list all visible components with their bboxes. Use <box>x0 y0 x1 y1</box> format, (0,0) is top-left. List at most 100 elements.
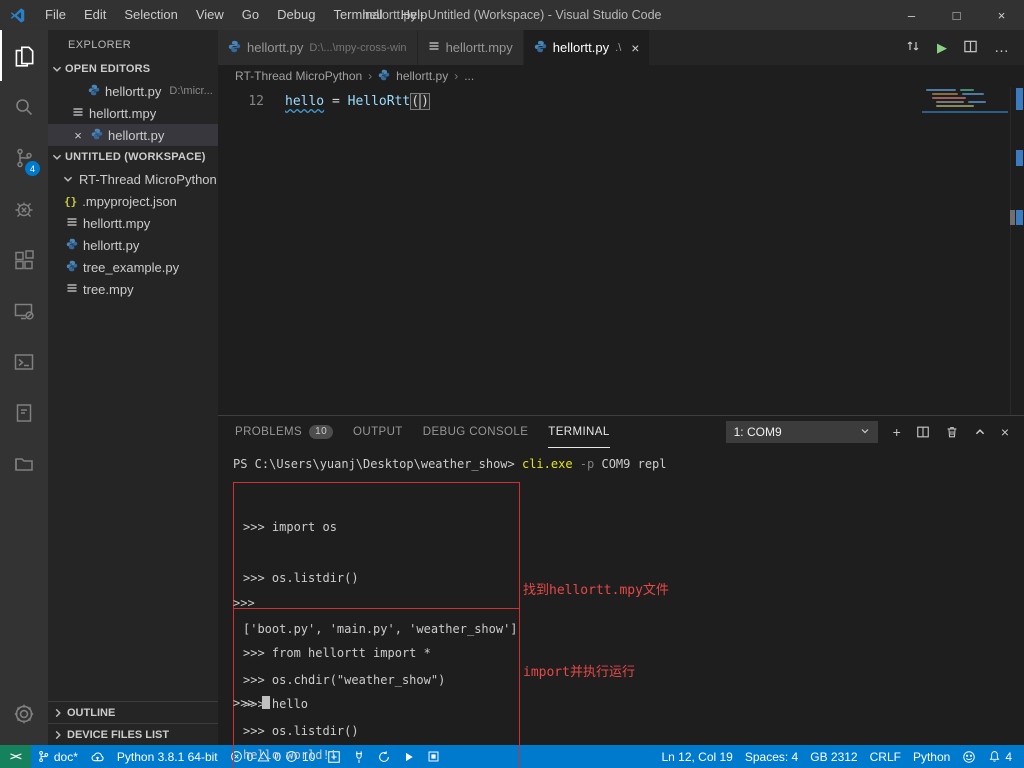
tab-problems[interactable]: PROBLEMS 10 <box>235 416 333 448</box>
chevron-down-icon <box>51 63 63 75</box>
python-icon <box>66 238 78 253</box>
menu-file[interactable]: File <box>36 0 75 30</box>
eol-status[interactable]: CRLF <box>864 745 907 768</box>
sync-changes-icon[interactable] <box>905 38 921 57</box>
debug-icon[interactable] <box>0 183 48 234</box>
tab-hellortt-py-mpy-cross[interactable]: hellortt.py D:\...\mpy-cross-win <box>218 30 418 65</box>
editor-tab-bar: hellortt.py D:\...\mpy-cross-win hellort… <box>218 30 1024 65</box>
menu-selection[interactable]: Selection <box>115 0 186 30</box>
close-tab-icon[interactable]: × <box>631 40 639 56</box>
menu-help[interactable]: Help <box>392 0 437 30</box>
menu-go[interactable]: Go <box>233 0 268 30</box>
more-actions-icon[interactable]: … <box>994 39 1010 56</box>
minimap[interactable] <box>922 87 1008 217</box>
close-window-button[interactable]: × <box>979 0 1024 30</box>
breadcrumb-folder[interactable]: RT-Thread MicroPython <box>235 69 362 83</box>
run-file-icon[interactable]: ▶ <box>937 40 947 56</box>
close-icon[interactable]: × <box>70 128 86 143</box>
new-terminal-icon[interactable]: + <box>893 424 901 440</box>
menu-edit[interactable]: Edit <box>75 0 115 30</box>
open-editor-item[interactable]: hellortt.py D:\micr... <box>48 80 218 102</box>
terminal-active-prompt[interactable]: >>> <box>233 695 270 711</box>
terminal-cursor <box>262 696 270 709</box>
json-icon: {} <box>64 195 77 208</box>
close-panel-icon[interactable]: × <box>1001 424 1009 440</box>
file-item-tree-example-py[interactable]: tree_example.py <box>48 256 218 278</box>
scrollbar-slider[interactable] <box>1010 210 1015 225</box>
breadcrumb-file[interactable]: hellortt.py <box>396 69 448 83</box>
search-icon[interactable] <box>0 81 48 132</box>
tab-hellortt-py-active[interactable]: hellortt.py .\ × <box>524 30 651 65</box>
file-label: hellortt.mpy <box>89 106 156 121</box>
terminal-output[interactable]: PS C:\Users\yuanj\Desktop\weather_show> … <box>218 448 1024 745</box>
code-editor[interactable]: 12 hello = HelloRtt() <box>218 87 1024 415</box>
workspace-label: UNTITLED (WORKSPACE) <box>65 151 206 163</box>
remote-device-icon[interactable] <box>0 285 48 336</box>
cursor-position-status[interactable]: Ln 12, Col 19 <box>655 745 738 768</box>
scm-badge: 4 <box>25 161 40 176</box>
minimize-button[interactable]: – <box>889 0 934 30</box>
tab-label: hellortt.py <box>247 40 303 55</box>
sync-cloud-status[interactable] <box>84 745 111 768</box>
kill-terminal-trash-icon[interactable] <box>945 425 959 439</box>
file-item-hellortt-py[interactable]: hellortt.py <box>48 234 218 256</box>
mpy-file-icon <box>428 40 440 55</box>
split-editor-icon[interactable] <box>963 39 978 57</box>
folder-rt-thread-micropython[interactable]: RT-Thread MicroPython <box>48 168 218 190</box>
terminal-line: >>> hello <box>243 696 519 713</box>
sidebar-title: EXPLORER <box>48 30 218 58</box>
open-editors-label: OPEN EDITORS <box>65 63 150 75</box>
tab-terminal[interactable]: TERMINAL <box>548 416 609 448</box>
open-editors-header[interactable]: OPEN EDITORS <box>48 58 218 80</box>
token-hellortt-call: HelloRtt <box>348 94 411 109</box>
source-control-icon[interactable]: 4 <box>0 132 48 183</box>
feedback-smiley-icon[interactable] <box>956 745 982 768</box>
chevron-down-icon <box>62 173 74 185</box>
overview-ruler[interactable] <box>1010 87 1024 415</box>
git-branch-status[interactable]: doc* <box>31 745 84 768</box>
workspace-header[interactable]: UNTITLED (WORKSPACE) <box>48 146 218 168</box>
notifications-bell[interactable]: 4 <box>982 745 1018 768</box>
explorer-icon[interactable] <box>0 30 48 81</box>
tab-hellortt-mpy[interactable]: hellortt.mpy <box>418 30 524 65</box>
file-path-detail: D:\micr... <box>169 85 212 97</box>
file-item-mpyproject-json[interactable]: {} .mpyproject.json <box>48 190 218 212</box>
file-item-hellortt-mpy[interactable]: hellortt.mpy <box>48 212 218 234</box>
python-icon <box>88 84 100 99</box>
open-editor-item-active[interactable]: × hellortt.py <box>48 124 218 146</box>
encoding-status[interactable]: GB 2312 <box>804 745 863 768</box>
extensions-icon[interactable] <box>0 234 48 285</box>
split-terminal-icon[interactable] <box>916 425 930 439</box>
device-folder-icon[interactable] <box>0 438 48 489</box>
panel-header: PROBLEMS 10 OUTPUT DEBUG CONSOLE TERMINA… <box>218 416 1024 448</box>
terminal-select[interactable]: 1: COM9 <box>726 421 878 443</box>
problems-badge: 10 <box>309 425 333 439</box>
language-mode-status[interactable]: Python <box>907 745 956 768</box>
menu-view[interactable]: View <box>187 0 233 30</box>
annotation-import-text: import并执行运行 <box>523 661 635 680</box>
status-right: Ln 12, Col 19 Spaces: 4 GB 2312 CRLF Pyt… <box>655 745 1024 768</box>
terminal-line: hello world!! <box>243 747 519 764</box>
breadcrumb-symbol[interactable]: ... <box>464 69 474 83</box>
indentation-status[interactable]: Spaces: 4 <box>739 745 804 768</box>
terminal-line: >>> os.listdir() <box>243 570 519 587</box>
token-equals: = <box>324 94 347 109</box>
menu-terminal[interactable]: Terminal <box>324 0 391 30</box>
tab-output[interactable]: OUTPUT <box>353 416 403 448</box>
open-editor-item[interactable]: hellortt.mpy <box>48 102 218 124</box>
tab-debug-console[interactable]: DEBUG CONSOLE <box>423 416 529 448</box>
terminal-powershell-icon[interactable] <box>0 336 48 387</box>
notebook-icon[interactable] <box>0 387 48 438</box>
python-interpreter-status[interactable]: Python 3.8.1 64-bit <box>111 745 224 768</box>
file-item-tree-mpy[interactable]: tree.mpy <box>48 278 218 300</box>
device-files-section[interactable]: DEVICE FILES LIST <box>48 723 218 745</box>
remote-indicator[interactable]: >< <box>0 745 31 768</box>
outline-section[interactable]: OUTLINE <box>48 701 218 723</box>
activity-bar: 4 <box>0 30 48 745</box>
terminal-select-value: 1: COM9 <box>734 425 854 439</box>
settings-gear-icon[interactable] <box>0 688 48 739</box>
device-files-label: DEVICE FILES LIST <box>67 729 169 741</box>
maximize-panel-icon[interactable] <box>974 426 986 438</box>
maximize-button[interactable]: □ <box>934 0 979 30</box>
menu-debug[interactable]: Debug <box>268 0 324 30</box>
